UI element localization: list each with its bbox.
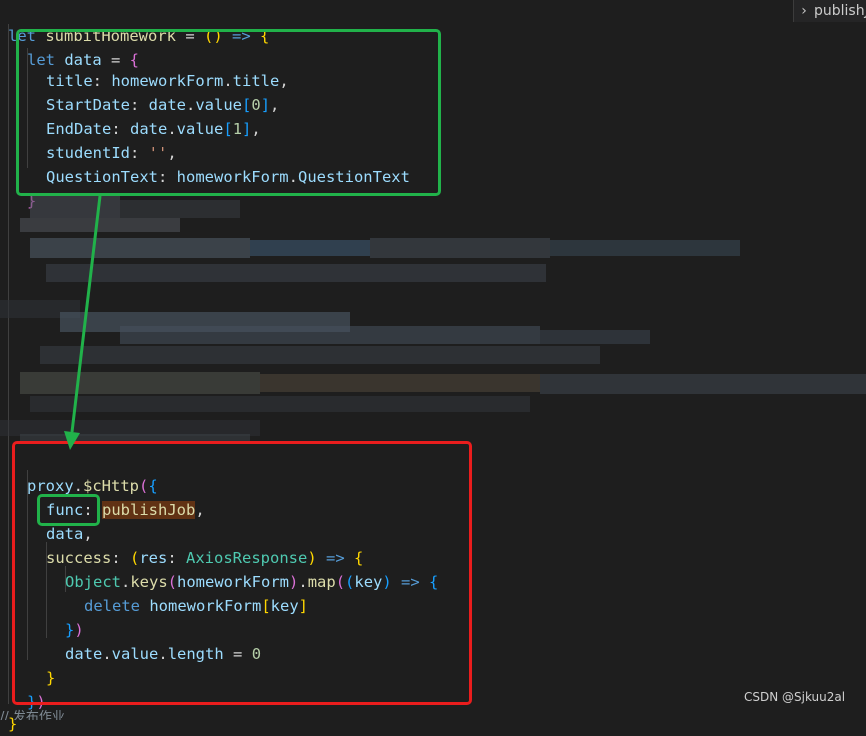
- chevron-right-icon: ›: [801, 3, 807, 19]
- annotation-arrow-icon: [64, 195, 102, 450]
- breadcrumb[interactable]: › publishJob: [793, 0, 866, 22]
- watermark: CSDN @Sjkuu2al: [744, 690, 846, 704]
- breadcrumb-item[interactable]: publishJob: [814, 3, 866, 19]
